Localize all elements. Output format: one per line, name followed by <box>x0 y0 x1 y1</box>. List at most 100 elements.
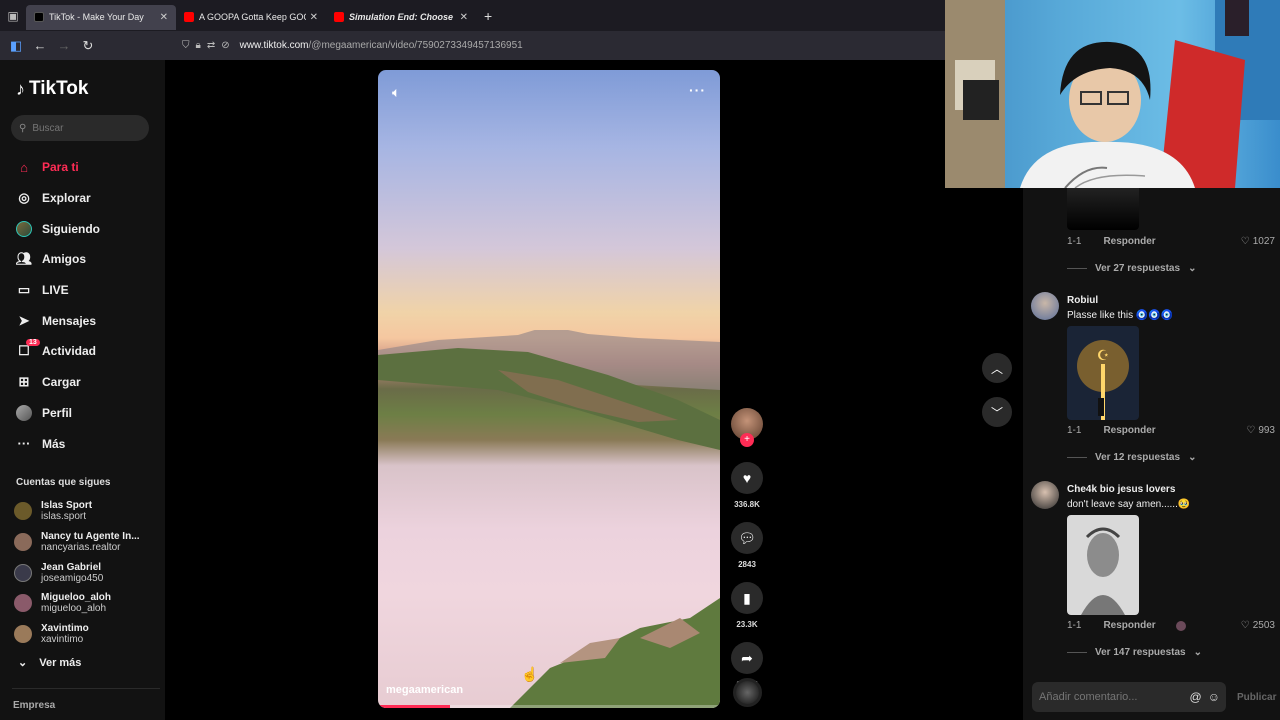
comment-image[interactable] <box>1067 188 1139 230</box>
account-avatar <box>14 502 32 521</box>
sidebar-item-amigos[interactable]: 👥︎ Amigos <box>16 244 156 275</box>
address-bar[interactable]: www.tiktok.com/@megaamerican/video/75902… <box>240 40 523 51</box>
emoji-icon[interactable]: ☺ <box>1208 690 1220 704</box>
search-input[interactable] <box>32 122 133 134</box>
browser-navigation-bar: ◧ ← → ↻ ⛉ 🔒︎ ⇄ ⊘ www.tiktok.com/@megaame… <box>0 31 945 60</box>
following-account[interactable]: Jean Gabriel joseamigo450 <box>14 557 159 588</box>
following-account[interactable]: Islas Sport islas.sport <box>14 496 159 527</box>
video-player[interactable]: 🔈︎ ··· megaamerican ☝ <box>378 70 720 708</box>
reply-button[interactable]: Responder <box>1103 425 1155 436</box>
mountain-landscape <box>378 330 720 450</box>
sidebar-item-actividad[interactable]: ☐ 13 Actividad <box>16 336 156 367</box>
comment-input[interactable] <box>1039 691 1179 703</box>
divider <box>1067 457 1087 458</box>
lock-icon[interactable]: 🔒︎ <box>196 40 201 51</box>
account-handle: xavintimo <box>41 634 84 646</box>
commenter-avatar[interactable] <box>1031 481 1059 509</box>
chevron-down-icon: ⌄ <box>18 657 28 669</box>
following-account[interactable]: Nancy tu Agente In... nancyarias.realtor <box>14 527 159 558</box>
reply-button[interactable]: Responder <box>1103 620 1155 631</box>
tiktok-favicon-icon <box>34 12 44 22</box>
autoplay-blocked-icon[interactable]: ⊘ <box>221 40 229 51</box>
comment-image[interactable] <box>1067 515 1139 615</box>
ver-mas-label: Ver más <box>39 656 82 669</box>
comment-like[interactable]: ♡ 1027 <box>1241 236 1275 247</box>
next-video-button[interactable]: ﹀ <box>982 397 1012 427</box>
sidebar-item-label: Cargar <box>42 375 81 390</box>
sidebar-item-cargar[interactable]: ⊞ Cargar <box>16 367 156 398</box>
creator-avatar[interactable]: + <box>731 408 763 447</box>
more-options-icon[interactable]: ··· <box>689 82 706 98</box>
commenter-name[interactable]: Che4k bio jesus lovers <box>1067 484 1175 495</box>
tab-overview-icon[interactable]: ▣ <box>0 0 26 31</box>
volume-icon[interactable]: 🔈︎ <box>392 84 400 101</box>
tiktok-logo[interactable]: ♪ TikTok <box>16 78 88 100</box>
creator-liked-avatar <box>1175 620 1186 631</box>
new-tab-button[interactable]: + <box>484 8 492 24</box>
browser-tab-youtube-2[interactable]: Simulation End: Choose Your ✕ <box>326 5 476 30</box>
sidebar-item-para-ti[interactable]: ⌂ Para ti <box>16 152 156 183</box>
browser-tab-youtube-1[interactable]: A GOOPA Gotta Keep GOOPIN ✕ <box>176 5 326 30</box>
home-icon: ⌂ <box>20 159 28 175</box>
close-tab-icon[interactable]: ✕ <box>460 12 468 23</box>
sidebar-item-explorar[interactable]: ◎ Explorar <box>16 183 156 214</box>
sidebar-item-label: Perfil <box>42 405 73 420</box>
comment-date: 1-1 <box>1067 620 1082 631</box>
following-account[interactable]: Migueloo_aloh migueloo_aloh <box>14 588 159 619</box>
video-progress-bar[interactable] <box>378 705 720 708</box>
mention-icon[interactable]: @ <box>1190 690 1202 704</box>
bookmark-icon[interactable]: ▮ <box>731 582 763 614</box>
following-list: Islas Sport islas.sport Nancy tu Agente I… <box>14 496 159 649</box>
browser-tab-tiktok[interactable]: TikTok - Make Your Day ✕ <box>26 4 176 30</box>
sidebar-toggle-icon[interactable]: ◧ <box>4 34 28 58</box>
sidebar-item-live[interactable]: ▭ LIVE <box>16 275 156 306</box>
following-section-title: Cuentas que sigues <box>16 477 111 488</box>
account-name: Nancy tu Agente In... <box>41 531 140 543</box>
comment-image[interactable]: ☪ <box>1067 326 1139 420</box>
ver-mas-button[interactable]: ⌄ Ver más <box>18 656 82 670</box>
heart-outline-icon: ♡ <box>1240 236 1250 247</box>
like-count: 336.8K <box>734 500 760 509</box>
tab-title: A GOOPA Gotta Keep GOOPIN <box>199 12 306 22</box>
account-handle: joseamigo450 <box>41 572 104 584</box>
reply-button[interactable]: Responder <box>1103 236 1155 247</box>
comment-like[interactable]: ♡ 993 <box>1246 425 1275 436</box>
search-box[interactable]: ⚲ <box>11 115 149 141</box>
sidebar-item-mas[interactable]: ··· Más <box>16 428 156 459</box>
heart-icon[interactable]: ♥ <box>731 462 763 494</box>
sidebar-item-perfil[interactable]: Perfil <box>16 398 156 429</box>
comment-like-count: 2503 <box>1252 620 1275 631</box>
share-icon[interactable]: ➦ <box>731 642 763 674</box>
sidebar-item-siguiendo[interactable]: Siguiendo <box>16 213 156 244</box>
mouse-cursor-icon: ☝ <box>521 666 539 682</box>
video-author[interactable]: megaamerican <box>386 684 463 696</box>
publish-button[interactable]: Publicar <box>1237 692 1276 703</box>
reload-button[interactable]: ↻ <box>76 34 100 58</box>
empresa-link[interactable]: Empresa <box>13 700 55 711</box>
permissions-icon[interactable]: ⇄ <box>207 40 215 51</box>
close-tab-icon[interactable]: ✕ <box>160 12 168 23</box>
commenter-avatar[interactable] <box>1031 292 1059 320</box>
view-replies-button[interactable]: Ver 27 respuestas ⌄ <box>1067 263 1196 274</box>
previous-video-button[interactable]: ︿ <box>982 353 1012 383</box>
browser-tab-bar: ▣ TikTok - Make Your Day ✕ A GOOPA Gotta… <box>0 0 945 31</box>
comment-like[interactable]: ♡ 2503 <box>1241 620 1275 631</box>
music-disc-icon[interactable] <box>733 678 762 707</box>
divider <box>12 688 160 689</box>
back-button[interactable]: ← <box>28 34 52 58</box>
sidebar-item-mensajes[interactable]: ➤ Mensajes <box>16 305 156 336</box>
close-tab-icon[interactable]: ✕ <box>310 12 318 23</box>
like-action: ♥ 336.8K <box>731 462 763 509</box>
view-replies-button[interactable]: Ver 12 respuestas ⌄ <box>1067 452 1196 463</box>
comment-input-box[interactable]: @☺ <box>1032 682 1226 712</box>
shield-icon[interactable]: ⛉ <box>182 40 190 51</box>
forward-button[interactable]: → <box>52 34 76 58</box>
view-replies-button[interactable]: Ver 147 respuestas ⌄ <box>1067 647 1202 658</box>
youtube-favicon-icon <box>184 12 194 22</box>
follow-plus-icon[interactable]: + <box>740 433 754 447</box>
commenter-name[interactable]: Robiul <box>1067 295 1098 306</box>
following-account[interactable]: Xavintimo xavintimo <box>14 619 159 650</box>
divider <box>1067 268 1087 269</box>
comment-icon[interactable]: 💬︎ <box>731 522 763 554</box>
upload-icon: ⊞ <box>18 374 30 390</box>
